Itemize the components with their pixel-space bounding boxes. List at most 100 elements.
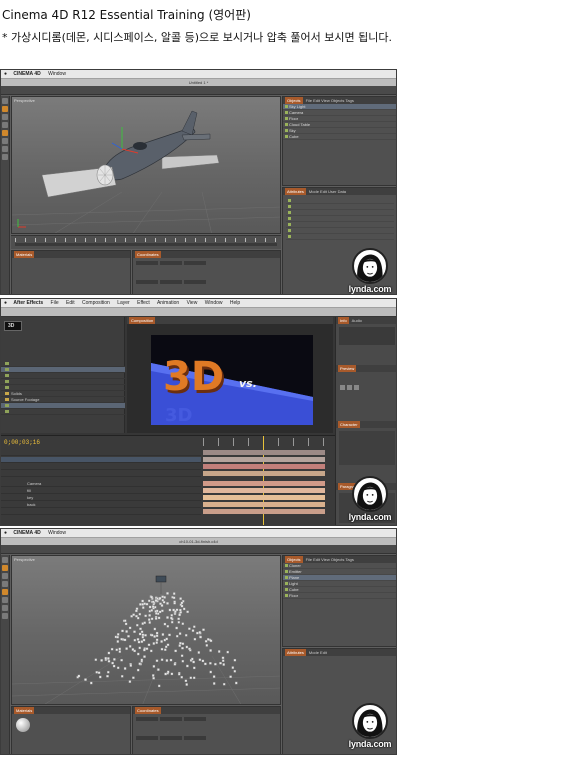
timeline-layer[interactable]	[1, 450, 201, 456]
viewport[interactable]: Perspective	[11, 96, 281, 234]
particle	[202, 628, 205, 631]
menu-effect[interactable]: Effect	[137, 300, 150, 306]
tool-icon[interactable]	[2, 557, 8, 563]
apple-icon[interactable]: ●	[4, 530, 7, 536]
attribute-row[interactable]	[286, 234, 394, 240]
menu-app[interactable]: After Effects	[13, 300, 43, 306]
tool-icon[interactable]	[2, 565, 8, 571]
particle	[132, 613, 135, 616]
menu-animation[interactable]: Animation	[157, 300, 179, 306]
menu-app[interactable]: CINEMA 4D	[13, 71, 40, 77]
composition-panel: Composition 3D 3D vs. 3D	[127, 317, 333, 433]
composition-viewer[interactable]: 3D 3D vs. 3D	[151, 335, 313, 425]
play-icon[interactable]	[347, 385, 352, 390]
coord-field[interactable]	[136, 736, 158, 740]
timeline[interactable]	[11, 235, 281, 249]
menu-edit[interactable]: Edit	[66, 300, 75, 306]
project-item[interactable]	[1, 409, 125, 415]
coord-field[interactable]	[184, 717, 206, 721]
timeline-layer-camera[interactable]: Camera	[1, 481, 201, 487]
tool-icon[interactable]	[2, 114, 8, 120]
coord-field[interactable]	[160, 736, 182, 740]
tool-icon[interactable]	[2, 573, 8, 579]
timeline-layer[interactable]	[1, 471, 201, 477]
tool-icon[interactable]	[2, 98, 8, 104]
particle	[123, 619, 127, 622]
viewport[interactable]: Perspective	[11, 555, 281, 705]
particle	[115, 648, 118, 652]
tool-icon[interactable]	[2, 138, 8, 144]
coord-field[interactable]	[184, 280, 206, 284]
tool-icon[interactable]	[2, 130, 8, 136]
tool-icon[interactable]	[2, 589, 8, 595]
coord-field[interactable]	[160, 717, 182, 721]
tool-icon[interactable]	[2, 106, 8, 112]
object-row[interactable]: Floor	[283, 593, 396, 599]
coord-field[interactable]	[136, 261, 158, 265]
particle	[181, 659, 185, 663]
layer-duration-bar[interactable]	[203, 464, 325, 469]
timeline-scrubber[interactable]	[15, 243, 277, 246]
particle	[127, 635, 130, 638]
coord-field[interactable]	[160, 280, 182, 284]
apple-icon[interactable]: ●	[4, 71, 7, 77]
particle	[209, 639, 213, 643]
particle	[177, 672, 181, 676]
apple-icon[interactable]: ●	[4, 300, 7, 306]
tool-icon[interactable]	[2, 146, 8, 152]
particle	[178, 613, 181, 617]
layer-duration-bar[interactable]	[203, 457, 325, 462]
first-frame-icon[interactable]	[340, 385, 345, 390]
particle	[116, 633, 120, 636]
layer-duration-bar[interactable]	[203, 488, 325, 493]
timeline-layer[interactable]	[1, 509, 201, 515]
layer-duration-bar[interactable]	[203, 495, 325, 500]
timeline-layer-back[interactable]: back	[1, 502, 201, 508]
layer-duration-bar[interactable]	[203, 450, 325, 455]
tool-icon[interactable]	[2, 613, 8, 619]
object-row[interactable]: Cube	[283, 134, 396, 140]
particle	[125, 630, 128, 633]
layer-duration-bar[interactable]	[203, 502, 325, 507]
menu-layer[interactable]: Layer	[117, 300, 130, 306]
timeline-layer[interactable]	[1, 464, 201, 470]
layer-duration-bar[interactable]	[203, 471, 325, 476]
menu-composition[interactable]: Composition	[82, 300, 110, 306]
menu-window[interactable]: Window	[205, 300, 223, 306]
layer-duration-bar[interactable]	[203, 481, 325, 486]
menu-window[interactable]: Window	[48, 71, 66, 77]
menu-view[interactable]: View	[187, 300, 198, 306]
menu-window[interactable]: Window	[48, 530, 66, 536]
coord-field[interactable]	[136, 280, 158, 284]
particle	[141, 603, 144, 606]
menubar: ● After Effects File Edit Composition La…	[1, 299, 396, 308]
tool-icon[interactable]	[2, 597, 8, 603]
layer-duration-bar[interactable]	[203, 509, 325, 514]
particle	[191, 629, 195, 632]
coord-field[interactable]	[184, 261, 206, 265]
menu-app[interactable]: CINEMA 4D	[13, 530, 40, 536]
particle	[153, 627, 157, 631]
particle	[140, 658, 144, 662]
timeline-layer-fill[interactable]: fill	[1, 488, 201, 494]
tool-icon[interactable]	[2, 581, 8, 587]
timeline-layer-key[interactable]: key	[1, 495, 201, 501]
coord-field[interactable]	[184, 736, 206, 740]
particle	[120, 675, 124, 678]
timecode-readout[interactable]: 0;00;03;16	[4, 439, 40, 446]
material-swatch[interactable]	[16, 718, 30, 732]
last-frame-icon[interactable]	[354, 385, 359, 390]
tool-icon[interactable]	[2, 122, 8, 128]
particle	[168, 633, 171, 637]
particle	[179, 611, 183, 614]
menu-file[interactable]: File	[51, 300, 59, 306]
menu-help[interactable]: Help	[230, 300, 240, 306]
timeline-layer[interactable]	[1, 457, 201, 463]
coord-field[interactable]	[136, 717, 158, 721]
tool-icon[interactable]	[2, 154, 8, 160]
coord-field[interactable]	[160, 261, 182, 265]
particle	[181, 646, 184, 650]
particle	[142, 606, 145, 609]
particle	[107, 670, 110, 674]
tool-icon[interactable]	[2, 605, 8, 611]
